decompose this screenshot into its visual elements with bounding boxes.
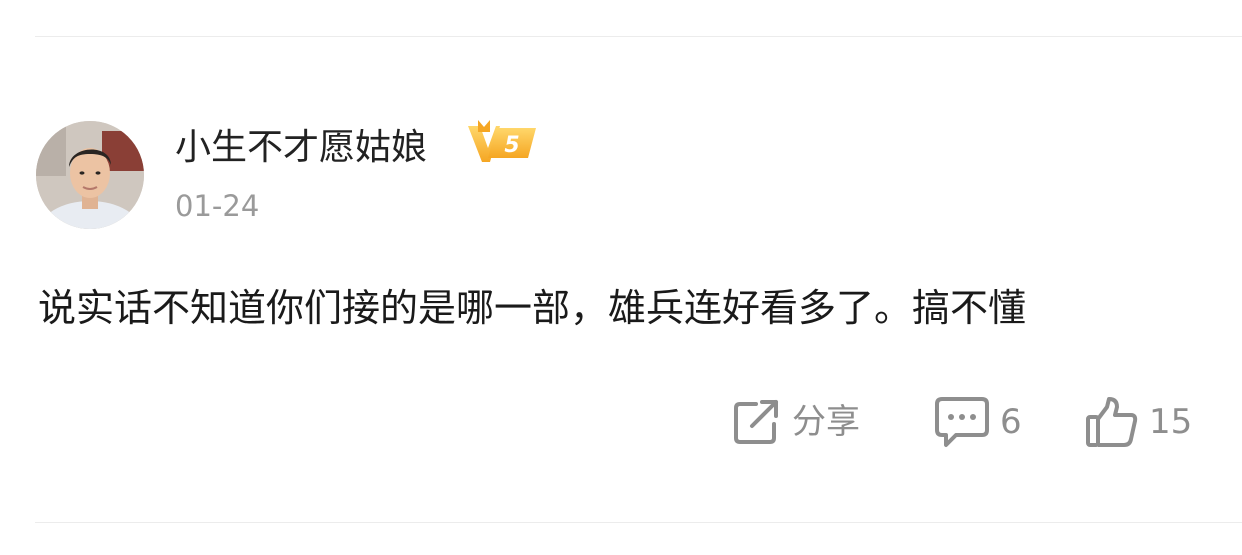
- badge-level: 5: [504, 133, 519, 158]
- bottom-divider: [35, 522, 1242, 523]
- comment-count: 6: [1000, 402, 1022, 442]
- like-button[interactable]: 15: [1085, 395, 1192, 449]
- avatar-photo: [36, 121, 144, 229]
- top-divider: [35, 36, 1242, 37]
- comment-button[interactable]: 6: [934, 395, 1022, 449]
- post-text: 说实话不知道你们接的是哪一部，雄兵连好看多了。搞不懂: [38, 286, 1027, 330]
- username[interactable]: 小生不才愿姑娘: [175, 126, 427, 170]
- share-icon: [734, 400, 778, 444]
- share-button[interactable]: 分享: [730, 395, 860, 449]
- verified-level-badge-icon: 5: [466, 118, 538, 166]
- thumbs-up-icon: [1086, 397, 1138, 447]
- like-count: 15: [1149, 402, 1193, 442]
- share-label: 分享: [792, 402, 860, 442]
- avatar[interactable]: [36, 121, 144, 229]
- comment-icon: [935, 397, 989, 447]
- post-date: 01-24: [175, 189, 260, 223]
